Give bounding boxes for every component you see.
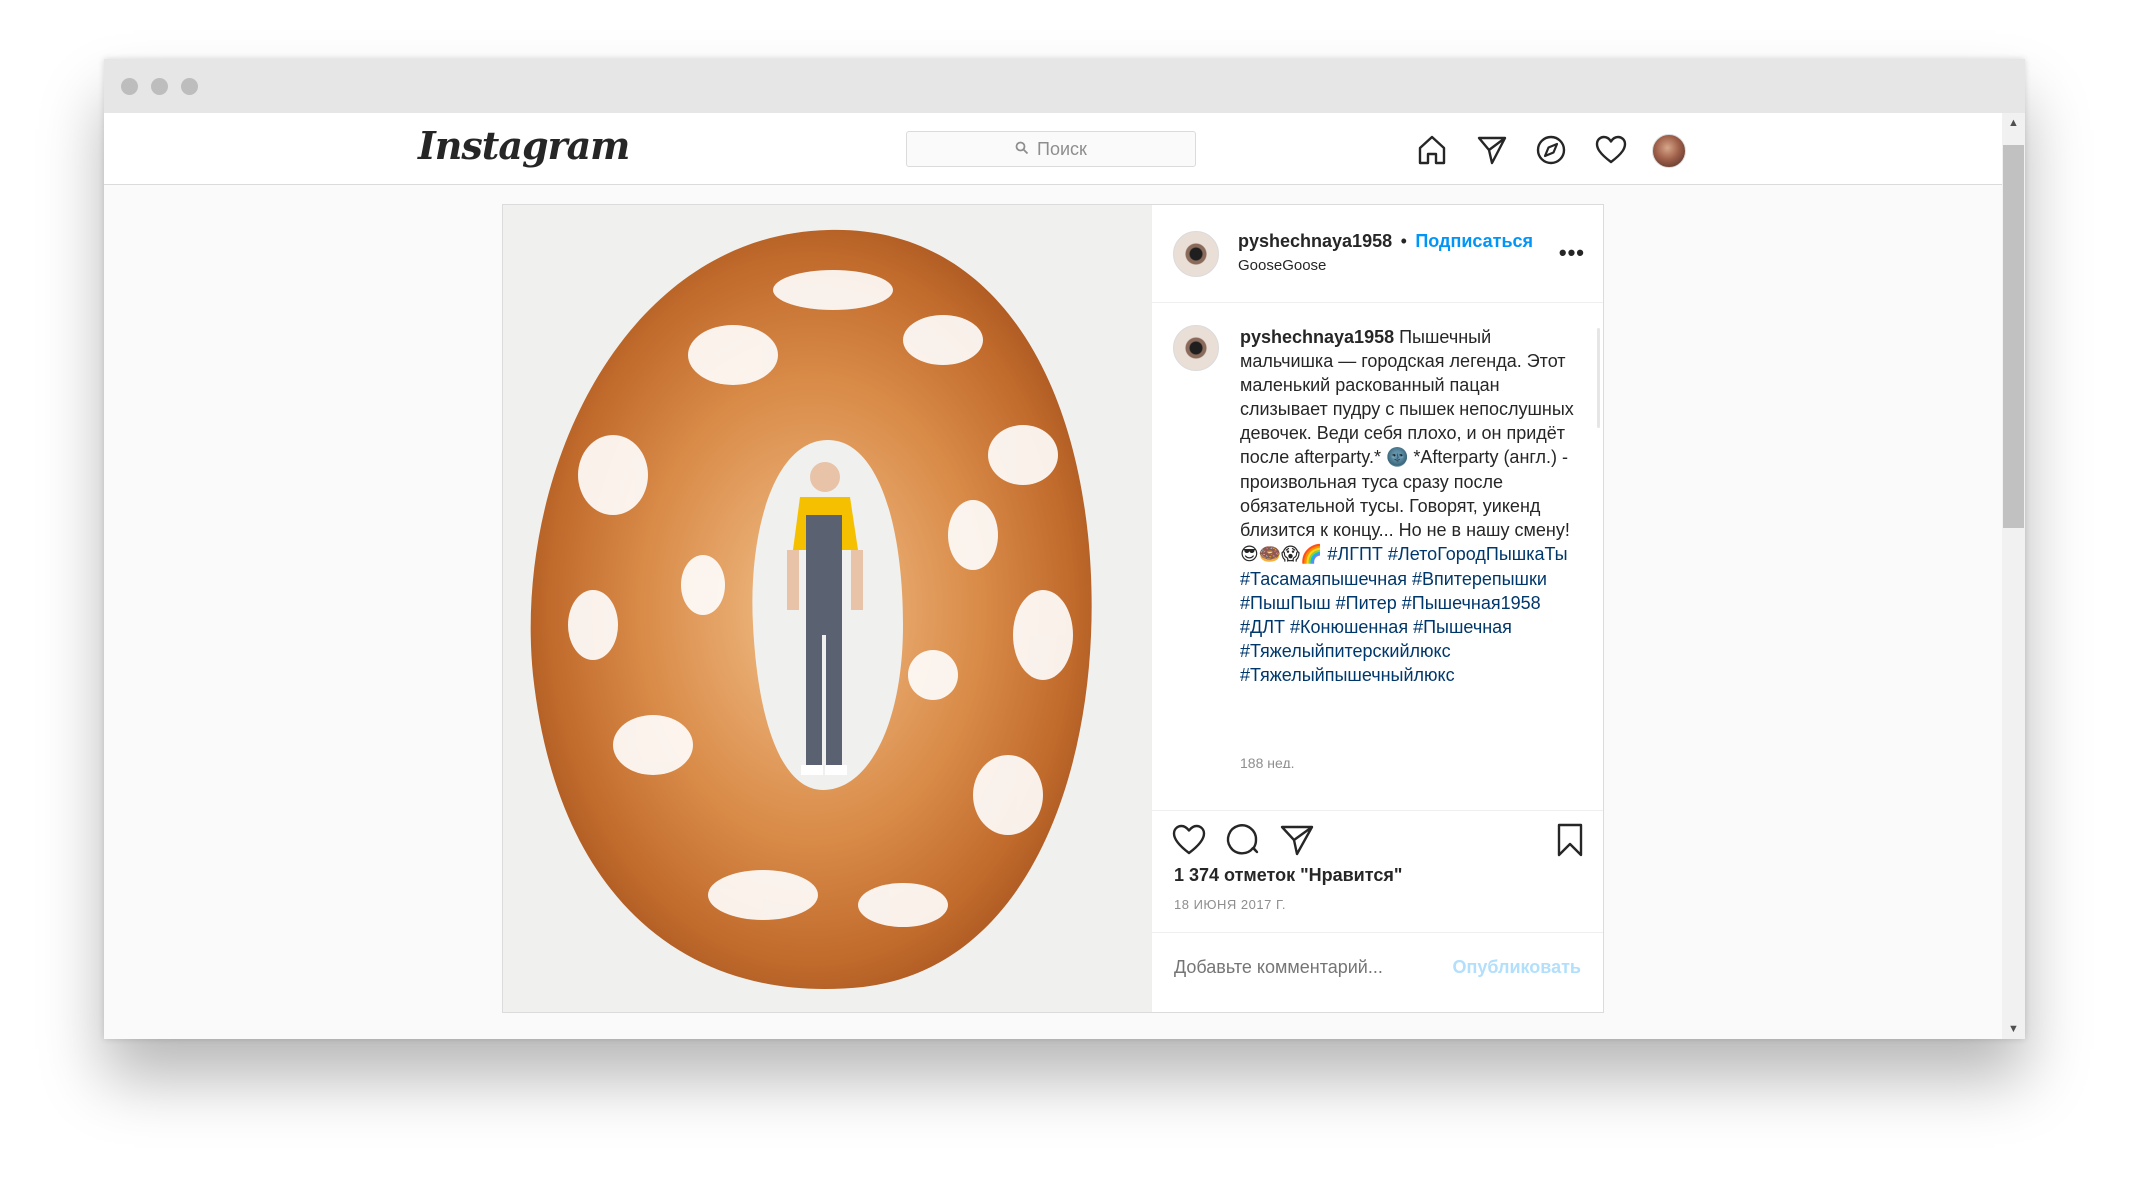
post-actions: 1 374 отметок "Нравится" 18 ИЮНЯ 2017 Г.: [1152, 810, 1603, 931]
post-date: 18 ИЮНЯ 2017 Г.: [1174, 897, 1287, 912]
window-zoom-dot[interactable]: [181, 78, 198, 95]
direct-icon[interactable]: [1475, 133, 1509, 167]
hashtag-link[interactable]: #Тасамаяпышечная: [1240, 569, 1407, 589]
follow-button[interactable]: Подписаться: [1415, 231, 1533, 251]
hashtag-link[interactable]: #Впитерепышки: [1412, 569, 1547, 589]
caption-age: 188 нед.: [1240, 755, 1295, 768]
scrollbar-thumb[interactable]: [2003, 145, 2024, 528]
instagram-page: Instagram Поиск pyshechnaya1958 • Подпис…: [104, 113, 2002, 1039]
publish-button[interactable]: Опубликовать: [1452, 957, 1581, 978]
post-photo[interactable]: [503, 205, 1151, 1012]
author-line: pyshechnaya1958 • Подписаться: [1238, 231, 1533, 252]
header-separator: •: [1400, 231, 1407, 251]
hashtag-link[interactable]: #ЛетоГородПышкаТы: [1388, 544, 1568, 564]
activity-icon[interactable]: [1594, 133, 1628, 167]
top-nav: Instagram Поиск: [104, 113, 2002, 185]
caption-text: pyshechnaya1958 Пышечный мальчишка — гор…: [1240, 325, 1580, 687]
search-placeholder: Поиск: [1037, 138, 1087, 159]
likes-count[interactable]: 1 374 отметок "Нравится": [1174, 865, 1402, 886]
search-box[interactable]: Поиск: [906, 131, 1196, 167]
hashtag-link[interactable]: #ПышПыш: [1240, 593, 1331, 613]
save-bookmark-icon[interactable]: [1551, 821, 1589, 859]
hashtag-link[interactable]: #Тяжелыйпитерскийлюкс: [1240, 641, 1451, 661]
caption-username[interactable]: pyshechnaya1958: [1240, 327, 1394, 347]
window-titlebar: [104, 59, 2025, 113]
hashtag-link[interactable]: #Пышечная: [1413, 617, 1512, 637]
more-options-icon[interactable]: •••: [1559, 240, 1585, 266]
hashtag-link[interactable]: #Питер: [1336, 593, 1397, 613]
donut-photo-illustration: [503, 205, 1151, 1012]
post-card: pyshechnaya1958 • Подписаться GooseGoose…: [502, 204, 1604, 1013]
window-minimize-dot[interactable]: [151, 78, 168, 95]
comment-bar: Опубликовать: [1152, 932, 1603, 1013]
window-close-dot[interactable]: [121, 78, 138, 95]
caption-emoji: 😎🍩😱🌈: [1240, 544, 1323, 565]
caption-fragment: Пышечный мальчишка — городская легенда. …: [1240, 327, 1574, 467]
author-avatar[interactable]: [1173, 231, 1219, 277]
post-location[interactable]: GooseGoose: [1238, 257, 1326, 274]
page-scrollbar[interactable]: ▲ ▼: [2002, 113, 2025, 1039]
scroll-down-arrow-icon[interactable]: ▼: [2002, 1019, 2025, 1039]
comment-icon[interactable]: [1224, 821, 1262, 859]
author-username[interactable]: pyshechnaya1958: [1238, 231, 1392, 251]
caption-author-avatar[interactable]: [1173, 325, 1219, 371]
like-icon[interactable]: [1170, 821, 1208, 859]
search-icon: [1015, 141, 1029, 158]
scroll-up-arrow-icon[interactable]: ▲: [2002, 113, 2025, 133]
share-icon[interactable]: [1278, 821, 1316, 859]
home-icon[interactable]: [1415, 133, 1449, 167]
instagram-logo[interactable]: Instagram: [418, 123, 630, 168]
explore-icon[interactable]: [1534, 133, 1568, 167]
browser-window: Instagram Поиск pyshechnaya1958 • Подпис…: [104, 59, 2025, 1039]
hashtag-link[interactable]: #ЛГПТ: [1327, 544, 1383, 564]
hashtag-link[interactable]: #ДЛТ: [1240, 617, 1285, 637]
profile-avatar[interactable]: [1652, 134, 1686, 168]
hashtag-link[interactable]: #Конюшенная: [1290, 617, 1408, 637]
caption-scrollbar[interactable]: [1597, 328, 1600, 428]
caption-emoji: 🌚: [1385, 447, 1409, 468]
hashtag-link[interactable]: #Тяжелыйпышечныйлюкс: [1240, 665, 1455, 685]
comment-input[interactable]: [1174, 957, 1434, 978]
post-sidebar: pyshechnaya1958 • Подписаться GooseGoose…: [1151, 205, 1603, 1012]
caption-area: pyshechnaya1958 Пышечный мальчишка — гор…: [1152, 303, 1603, 768]
post-header: pyshechnaya1958 • Подписаться GooseGoose…: [1152, 205, 1603, 303]
hashtag-link[interactable]: #Пышечная1958: [1402, 593, 1541, 613]
